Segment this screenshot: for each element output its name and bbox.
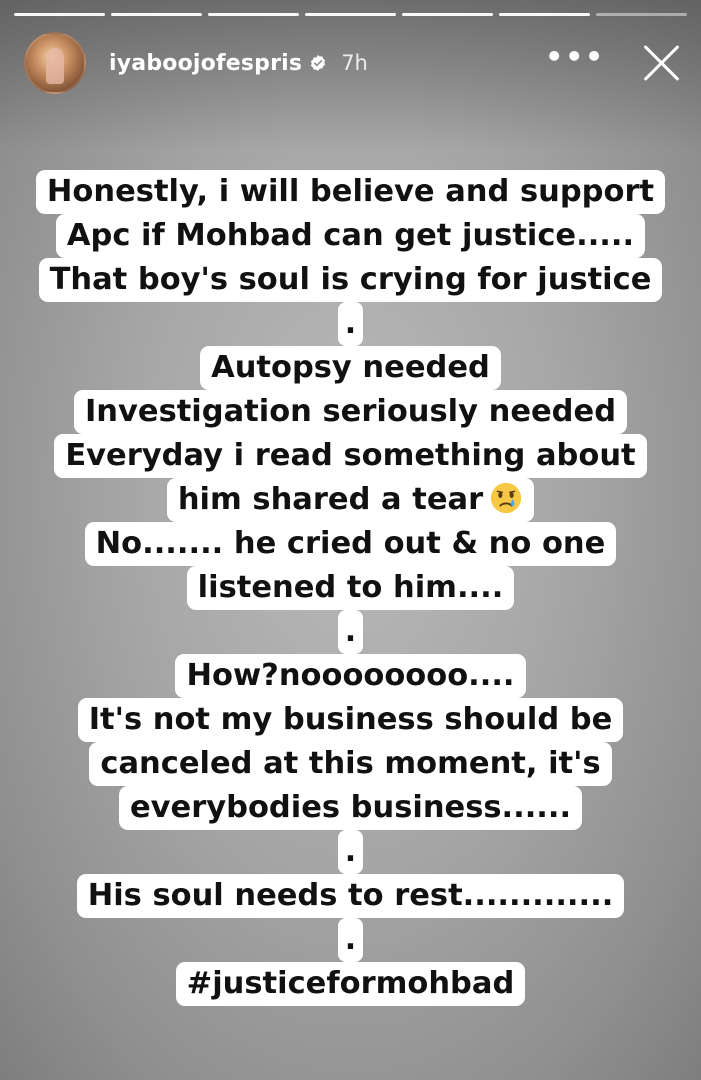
story-line: His soul needs to rest............. bbox=[76, 874, 625, 918]
progress-segment bbox=[499, 13, 590, 16]
story-line: That boy's soul is crying for justice bbox=[38, 258, 663, 302]
story-line: Autopsy needed bbox=[200, 346, 501, 390]
text-block: Autopsy needed Investigation seriously n… bbox=[54, 346, 647, 610]
text-block: #justiceformohbad bbox=[175, 962, 526, 1006]
progress-segment bbox=[305, 13, 396, 16]
progress-segment-current bbox=[596, 13, 687, 16]
more-options-button[interactable]: ••• bbox=[545, 43, 605, 71]
post-time: 7h bbox=[341, 51, 368, 75]
story-line: Investigation seriously needed bbox=[73, 390, 628, 434]
story-line: Everyday i read something about bbox=[54, 434, 647, 478]
crying-face-emoji bbox=[491, 482, 522, 514]
story-line: Honestly, i will believe and support bbox=[35, 170, 666, 214]
separator-dot: . bbox=[337, 302, 364, 346]
text-block: How?noooooooo.... It's not my business s… bbox=[77, 654, 624, 830]
separator-dot: . bbox=[337, 610, 364, 654]
progress-segment bbox=[14, 13, 105, 16]
story-header: iyaboojofespris 7h ••• bbox=[24, 32, 685, 94]
progress-segment bbox=[208, 13, 299, 16]
story-line: No....... he cried out & no one bbox=[84, 522, 617, 566]
close-icon[interactable] bbox=[641, 43, 681, 83]
story-progress-bar bbox=[14, 13, 687, 16]
hashtag-line[interactable]: #justiceformohbad bbox=[175, 962, 526, 1006]
story-text: Honestly, i will believe and support Apc… bbox=[0, 170, 701, 1006]
story-line: How?noooooooo.... bbox=[175, 654, 526, 698]
separator-dot: . bbox=[337, 830, 364, 874]
story-line: everybodies business...... bbox=[118, 786, 583, 830]
verified-badge-icon bbox=[311, 55, 326, 71]
username[interactable]: iyaboojofespris bbox=[109, 51, 302, 76]
story-line-text: him shared a tear bbox=[177, 482, 484, 517]
progress-segment bbox=[402, 13, 493, 16]
text-block: Honestly, i will believe and support Apc… bbox=[35, 170, 666, 302]
separator-dot: . bbox=[337, 918, 364, 962]
avatar[interactable] bbox=[24, 32, 86, 94]
story-line: It's not my business should be bbox=[77, 698, 624, 742]
story-line: canceled at this moment, it's bbox=[89, 742, 612, 786]
story-line: listened to him.... bbox=[186, 566, 515, 610]
story-line: Apc if Mohbad can get justice..... bbox=[55, 214, 646, 258]
story-line-with-emoji: him shared a tear bbox=[166, 478, 535, 522]
text-block: His soul needs to rest............. bbox=[76, 874, 625, 918]
progress-segment bbox=[111, 13, 202, 16]
